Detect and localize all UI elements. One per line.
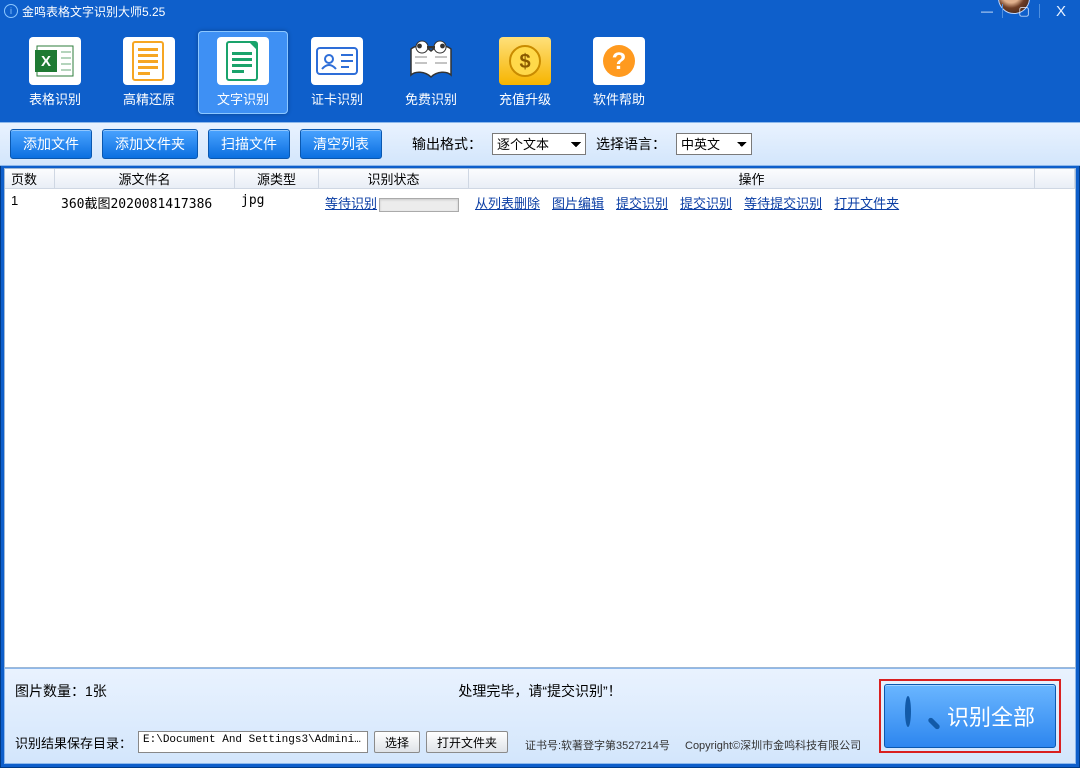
ribbon-label: 软件帮助 bbox=[574, 89, 664, 108]
col-page[interactable]: 页数 bbox=[5, 169, 55, 188]
svg-text:$: $ bbox=[519, 51, 530, 73]
table-row[interactable]: 1 360截图2020081417386 jpg 等待识别 从列表删除 图片编辑… bbox=[5, 189, 1075, 216]
ribbon-item-high-precision[interactable]: 高精还原 bbox=[104, 31, 194, 114]
ribbon-label: 免费识别 bbox=[386, 89, 476, 108]
ribbon-label: 证卡识别 bbox=[292, 89, 382, 108]
ribbon: X 表格识别 高精还原 文字识别 证卡识别 bbox=[0, 22, 1080, 122]
maximize-button[interactable]: ▢ bbox=[1009, 2, 1039, 20]
output-format-label: 输出格式： bbox=[412, 134, 482, 154]
app-icon: i bbox=[4, 4, 18, 18]
op-submit-1[interactable]: 提交识别 bbox=[616, 193, 668, 212]
recognize-all-highlight: 识别全部 bbox=[879, 679, 1061, 753]
image-count: 图片数量：1张 bbox=[15, 681, 107, 701]
col-state[interactable]: 识别状态 bbox=[319, 169, 469, 188]
text-doc-icon bbox=[217, 37, 269, 85]
op-wait-submit[interactable]: 等待提交识别 bbox=[744, 193, 822, 212]
progress-bar bbox=[379, 198, 459, 212]
svg-text:X: X bbox=[41, 53, 51, 70]
ribbon-label: 充值升级 bbox=[480, 89, 570, 108]
open-folder-button[interactable]: 打开文件夹 bbox=[426, 731, 508, 753]
coin-icon: $ bbox=[499, 37, 551, 85]
svg-text:?: ? bbox=[612, 48, 627, 75]
list-header: 页数 源文件名 源类型 识别状态 操作 bbox=[5, 169, 1075, 189]
open-book-icon bbox=[405, 37, 457, 85]
state-link[interactable]: 等待识别 bbox=[325, 196, 377, 211]
copyright: Copyright©深圳市金鸣科技有限公司 bbox=[685, 737, 861, 753]
clear-list-button[interactable]: 清空列表 bbox=[300, 129, 382, 159]
choose-dir-button[interactable]: 选择 bbox=[374, 731, 420, 753]
close-button[interactable]: X bbox=[1046, 2, 1076, 20]
file-list: 页数 源文件名 源类型 识别状态 操作 1 360截图2020081417386… bbox=[4, 168, 1076, 668]
col-type[interactable]: 源类型 bbox=[235, 169, 319, 188]
minimize-button[interactable]: — bbox=[972, 2, 1002, 20]
document-lines-icon bbox=[123, 37, 175, 85]
cell-page: 1 bbox=[5, 193, 55, 212]
col-ops[interactable]: 操作 bbox=[469, 169, 1035, 188]
ribbon-item-free[interactable]: 免费识别 bbox=[386, 31, 476, 114]
ribbon-item-text-ocr[interactable]: 文字识别 bbox=[198, 31, 288, 114]
output-format-select[interactable]: 逐个文本 bbox=[492, 133, 586, 155]
language-select[interactable]: 中英文 bbox=[676, 133, 752, 155]
ribbon-label: 表格识别 bbox=[10, 89, 100, 108]
recognize-all-label: 识别全部 bbox=[947, 700, 1035, 732]
cell-type: jpg bbox=[235, 193, 319, 212]
op-open-folder[interactable]: 打开文件夹 bbox=[834, 193, 899, 212]
op-edit-image[interactable]: 图片编辑 bbox=[552, 193, 604, 212]
ribbon-label: 文字识别 bbox=[198, 89, 288, 108]
ribbon-label: 高精还原 bbox=[104, 89, 194, 108]
cell-source: 360截图2020081417386 bbox=[55, 193, 235, 212]
window-title: 金鸣表格文字识别大师5.25 bbox=[22, 3, 165, 20]
excel-icon: X bbox=[29, 37, 81, 85]
col-source[interactable]: 源文件名 bbox=[55, 169, 235, 188]
recognize-all-button[interactable]: 识别全部 bbox=[884, 684, 1056, 748]
id-card-icon bbox=[311, 37, 363, 85]
ribbon-item-table-ocr[interactable]: X 表格识别 bbox=[10, 31, 100, 114]
scan-file-button[interactable]: 扫描文件 bbox=[208, 129, 290, 159]
language-label: 选择语言： bbox=[596, 134, 666, 154]
add-folder-button[interactable]: 添加文件夹 bbox=[102, 129, 198, 159]
action-bar: 添加文件 添加文件夹 扫描文件 清空列表 输出格式： 逐个文本 选择语言： 中英… bbox=[0, 122, 1080, 166]
magnifier-icon bbox=[905, 699, 939, 733]
ribbon-item-recharge[interactable]: $ 充值升级 bbox=[480, 31, 570, 114]
save-dir-label: 识别结果保存目录： bbox=[15, 733, 132, 752]
status-hint: 处理完毕，请“提交识别”！ bbox=[458, 681, 621, 701]
cert-number: 证书号:软著登字第3527214号 bbox=[525, 737, 670, 753]
cell-state: 等待识别 bbox=[319, 193, 469, 212]
window-controls: — ▢ X bbox=[966, 2, 1076, 20]
bottom-panel: 图片数量：1张 处理完毕，请“提交识别”！ 识别结果保存目录： E:\Docum… bbox=[4, 668, 1076, 764]
op-submit-2[interactable]: 提交识别 bbox=[680, 193, 732, 212]
col-tail bbox=[1035, 169, 1075, 188]
save-dir-input[interactable]: E:\Document And Settings3\Administ bbox=[138, 731, 368, 753]
op-remove[interactable]: 从列表删除 bbox=[475, 193, 540, 212]
ribbon-item-id-card[interactable]: 证卡识别 bbox=[292, 31, 382, 114]
ribbon-item-help[interactable]: ? 软件帮助 bbox=[574, 31, 664, 114]
help-icon: ? bbox=[593, 37, 645, 85]
add-file-button[interactable]: 添加文件 bbox=[10, 129, 92, 159]
